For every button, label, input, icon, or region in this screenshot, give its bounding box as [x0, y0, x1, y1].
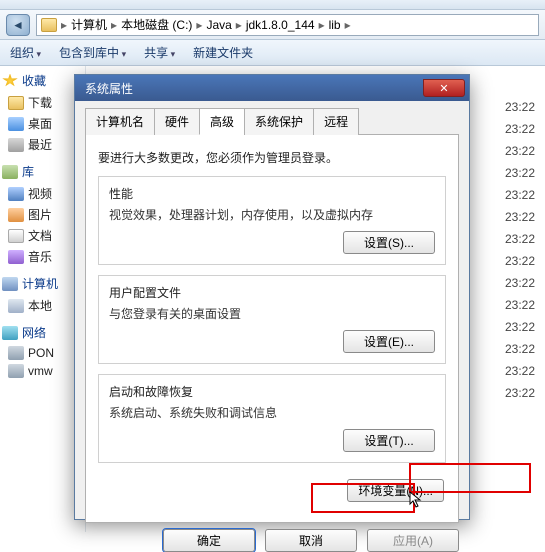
desktop-icon — [8, 117, 24, 131]
group-title: 用户配置文件 — [109, 284, 435, 301]
chevron-right-icon: ▸ — [111, 18, 117, 32]
organize-menu[interactable]: 组织 — [10, 44, 41, 61]
chevron-right-icon: ▸ — [61, 18, 67, 32]
dialog-button-row: 确定 取消 应用(A) — [85, 523, 459, 552]
tab-computer-name[interactable]: 计算机名 — [85, 108, 155, 135]
sidebar-libraries[interactable]: 库 — [2, 163, 83, 180]
include-menu[interactable]: 包含到库中 — [59, 44, 126, 61]
breadcrumb-item[interactable]: 本地磁盘 (C:) — [121, 16, 192, 33]
modified-time-column: 23:2223:2223:2223:2223:2223:2223:2223:22… — [505, 96, 535, 404]
chevron-right-icon: ▸ — [345, 18, 351, 32]
breadcrumb[interactable]: ▸ 计算机 ▸ 本地磁盘 (C:) ▸ Java ▸ jdk1.8.0_144 … — [36, 14, 539, 36]
tab-system-protection[interactable]: 系统保护 — [244, 108, 314, 135]
sidebar-item-network[interactable]: PON — [2, 344, 83, 362]
network-icon — [2, 326, 18, 340]
file-modified-time: 23:22 — [505, 360, 535, 382]
dialog-body: 计算机名 硬件 高级 系统保护 远程 要进行大多数更改，您必须作为管理员登录。 … — [75, 101, 469, 519]
file-modified-time: 23:22 — [505, 382, 535, 404]
picture-icon — [8, 208, 24, 222]
breadcrumb-item[interactable]: lib — [329, 18, 341, 32]
file-modified-time: 23:22 — [505, 250, 535, 272]
toolbar: 组织 包含到库中 共享 新建文件夹 — [0, 40, 545, 66]
admin-note: 要进行大多数更改，您必须作为管理员登录。 — [98, 149, 446, 166]
group-desc: 系统启动、系统失败和调试信息 — [109, 404, 435, 421]
startup-recovery-settings-button[interactable]: 设置(T)... — [343, 429, 435, 452]
file-modified-time: 23:22 — [505, 316, 535, 338]
group-user-profiles: 用户配置文件 与您登录有关的桌面设置 设置(E)... — [98, 275, 446, 364]
download-icon — [8, 96, 24, 110]
computer-icon — [2, 277, 18, 291]
file-modified-time: 23:22 — [505, 272, 535, 294]
file-modified-time: 23:22 — [505, 294, 535, 316]
environment-variables-button[interactable]: 环境变量(N)... — [347, 479, 444, 502]
file-modified-time: 23:22 — [505, 96, 535, 118]
tab-advanced[interactable]: 高级 — [199, 108, 245, 135]
group-desc: 与您登录有关的桌面设置 — [109, 305, 435, 322]
file-modified-time: 23:22 — [505, 162, 535, 184]
file-modified-time: 23:22 — [505, 184, 535, 206]
network-node-icon — [8, 364, 24, 378]
video-icon — [8, 187, 24, 201]
tab-page-advanced: 要进行大多数更改，您必须作为管理员登录。 性能 视觉效果，处理器计划，内存使用，… — [85, 135, 459, 523]
breadcrumb-item[interactable]: 计算机 — [71, 16, 107, 33]
file-modified-time: 23:22 — [505, 338, 535, 360]
tab-remote[interactable]: 远程 — [313, 108, 359, 135]
file-modified-time: 23:22 — [505, 206, 535, 228]
close-button[interactable]: ✕ — [423, 79, 465, 97]
dialog-title: 系统属性 — [85, 80, 133, 97]
group-performance: 性能 视觉效果，处理器计划，内存使用，以及虚拟内存 设置(S)... — [98, 176, 446, 265]
group-title: 性能 — [109, 185, 435, 202]
system-properties-dialog: 系统属性 ✕ 计算机名 硬件 高级 系统保护 远程 要进行大多数更改，您必须作为… — [74, 74, 470, 520]
file-modified-time: 23:22 — [505, 228, 535, 250]
file-modified-time: 23:22 — [505, 140, 535, 162]
navigation-bar: ◄ ▸ 计算机 ▸ 本地磁盘 (C:) ▸ Java ▸ jdk1.8.0_14… — [0, 10, 545, 40]
file-modified-time: 23:22 — [505, 118, 535, 140]
tab-strip: 计算机名 硬件 高级 系统保护 远程 — [85, 107, 459, 135]
ok-button[interactable]: 确定 — [163, 529, 255, 552]
apply-button[interactable]: 应用(A) — [367, 529, 459, 552]
sidebar-computer[interactable]: 计算机 — [2, 275, 83, 292]
cursor-icon — [409, 491, 423, 509]
sidebar-item-videos[interactable]: 视频 — [2, 183, 83, 204]
sidebar-item-downloads[interactable]: 下载 — [2, 92, 83, 113]
sidebar-item-localdisk[interactable]: 本地 — [2, 295, 83, 316]
tab-hardware[interactable]: 硬件 — [154, 108, 200, 135]
newfolder-button[interactable]: 新建文件夹 — [193, 44, 253, 61]
sidebar-item-recent[interactable]: 最近 — [2, 134, 83, 155]
sidebar-item-network[interactable]: vmw — [2, 362, 83, 380]
group-startup-recovery: 启动和故障恢复 系统启动、系统失败和调试信息 设置(T)... — [98, 374, 446, 463]
back-button[interactable]: ◄ — [6, 14, 30, 36]
breadcrumb-item[interactable]: jdk1.8.0_144 — [246, 18, 315, 32]
chevron-right-icon: ▸ — [319, 18, 325, 32]
sidebar-item-pictures[interactable]: 图片 — [2, 204, 83, 225]
close-icon: ✕ — [439, 82, 448, 95]
sidebar-item-documents[interactable]: 文档 — [2, 225, 83, 246]
music-icon — [8, 250, 24, 264]
group-desc: 视觉效果，处理器计划，内存使用，以及虚拟内存 — [109, 206, 435, 223]
user-profiles-settings-button[interactable]: 设置(E)... — [343, 330, 435, 353]
document-icon — [8, 229, 24, 243]
disk-icon — [8, 299, 24, 313]
chevron-right-icon: ▸ — [236, 18, 242, 32]
window-titlebar — [0, 0, 545, 10]
share-menu[interactable]: 共享 — [144, 44, 175, 61]
group-title: 启动和故障恢复 — [109, 383, 435, 400]
dialog-titlebar[interactable]: 系统属性 ✕ — [75, 75, 469, 101]
folder-icon — [41, 18, 57, 32]
breadcrumb-item[interactable]: Java — [206, 18, 231, 32]
star-icon — [2, 74, 18, 88]
chevron-right-icon: ▸ — [196, 18, 202, 32]
sidebar-item-music[interactable]: 音乐 — [2, 246, 83, 267]
cancel-button[interactable]: 取消 — [265, 529, 357, 552]
performance-settings-button[interactable]: 设置(S)... — [343, 231, 435, 254]
recent-icon — [8, 138, 24, 152]
sidebar-favorites[interactable]: 收藏 — [2, 72, 83, 89]
network-node-icon — [8, 346, 24, 360]
sidebar-network[interactable]: 网络 — [2, 324, 83, 341]
sidebar-item-desktop[interactable]: 桌面 — [2, 113, 83, 134]
library-icon — [2, 165, 18, 179]
